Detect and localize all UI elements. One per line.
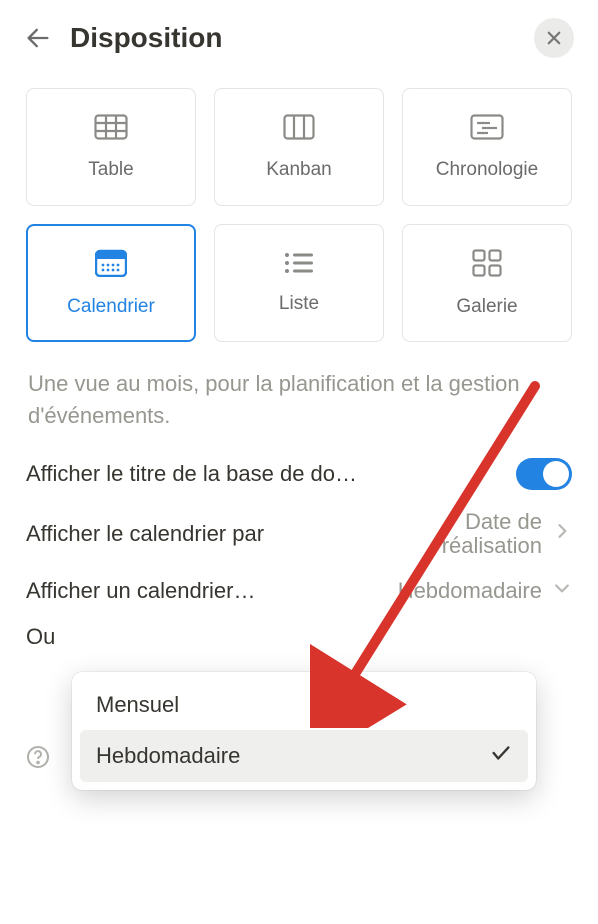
table-icon	[94, 114, 128, 145]
dropdown-item-label: Mensuel	[96, 692, 512, 718]
back-button[interactable]	[24, 24, 52, 52]
list-icon	[284, 252, 314, 279]
layout-description: Une vue au mois, pour la planification e…	[0, 354, 598, 440]
help-icon	[26, 745, 50, 769]
setting-row-truncated[interactable]: Ou	[0, 624, 598, 650]
dropdown-item-monthly[interactable]: Mensuel	[80, 680, 528, 730]
setting-label: Afficher un calendrier…	[26, 578, 388, 604]
close-button[interactable]	[534, 18, 574, 58]
layout-card-list[interactable]: Liste	[214, 224, 384, 342]
check-icon	[490, 742, 512, 770]
gallery-icon	[472, 249, 502, 282]
layout-card-calendar[interactable]: Calendrier	[26, 224, 196, 342]
calendar-icon	[95, 249, 127, 282]
toggle-show-title[interactable]	[516, 458, 572, 490]
help-button[interactable]	[26, 745, 50, 774]
layout-card-timeline[interactable]: Chronologie	[402, 88, 572, 206]
dropdown-item-weekly[interactable]: Hebdomadaire	[80, 730, 528, 782]
layout-label: Liste	[279, 293, 319, 315]
layout-card-gallery[interactable]: Galerie	[402, 224, 572, 342]
setting-value: Hebdomadaire	[398, 579, 542, 603]
setting-label: Afficher le calendrier par	[26, 521, 382, 547]
page-title: Disposition	[70, 22, 516, 54]
setting-label: Afficher le titre de la base de do…	[26, 461, 506, 487]
layout-label: Galerie	[456, 296, 517, 318]
chevron-down-icon	[552, 578, 572, 604]
layout-card-kanban[interactable]: Kanban	[214, 88, 384, 206]
layout-label: Table	[88, 159, 133, 181]
timeline-icon	[470, 114, 504, 145]
layout-card-table[interactable]: Table	[26, 88, 196, 206]
layout-label: Calendrier	[67, 296, 155, 318]
layout-label: Kanban	[266, 159, 332, 181]
close-icon	[545, 29, 563, 47]
dropdown-calendar-view: Mensuel Hebdomadaire	[72, 672, 536, 790]
setting-value: Date de réalisation	[392, 510, 542, 558]
kanban-icon	[283, 114, 315, 145]
setting-calendar-as[interactable]: Afficher un calendrier… Hebdomadaire	[26, 578, 572, 604]
setting-calendar-by[interactable]: Afficher le calendrier par Date de réali…	[26, 510, 572, 558]
arrow-left-icon	[24, 24, 52, 52]
chevron-right-icon	[552, 521, 572, 547]
setting-show-db-title[interactable]: Afficher le titre de la base de do…	[26, 458, 572, 490]
dropdown-item-label: Hebdomadaire	[96, 743, 490, 769]
layout-grid: Table Kanban Chronologie Calendrier List…	[0, 76, 598, 354]
layout-label: Chronologie	[436, 159, 538, 181]
